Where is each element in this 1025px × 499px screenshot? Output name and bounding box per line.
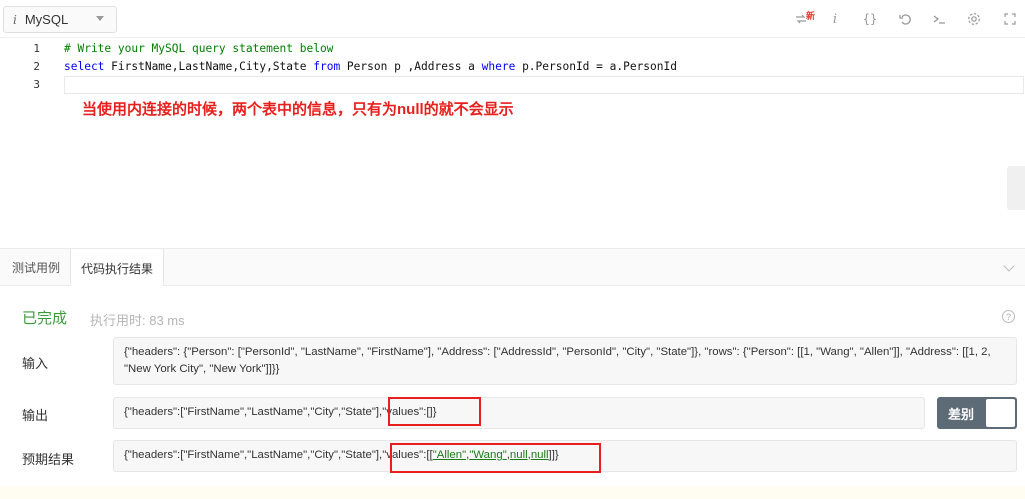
chevron-down-icon[interactable] — [1003, 260, 1015, 272]
expected-prefix: {"headers":["FirstName","LastName","City… — [124, 449, 433, 461]
expected-value: {"headers":["FirstName","LastName","City… — [113, 440, 1017, 472]
side-panel-handle[interactable] — [1007, 166, 1025, 210]
status-text: 已完成 — [22, 310, 68, 327]
code-text: FirstName,LastName,City,State — [104, 60, 314, 73]
new-badge: 新 — [806, 10, 816, 21]
runtime-text: 执行用时: 83 ms — [90, 313, 185, 328]
reset-icon[interactable] — [897, 9, 913, 29]
info-icon[interactable]: i — [829, 9, 841, 29]
tab-testcase[interactable]: 测试用例 — [2, 249, 70, 286]
footer-strip — [0, 486, 1025, 499]
line-number: 2 — [33, 60, 40, 73]
input-value: {"headers": {"Person": ["PersonId", "Las… — [113, 337, 1017, 385]
language-select[interactable]: i MySQL — [3, 6, 117, 33]
expected-label: 预期结果 — [22, 452, 75, 467]
output-value: {"headers":["FirstName","LastName","City… — [113, 397, 925, 429]
keyword-where: where — [481, 60, 516, 73]
toggle-knob — [986, 399, 1015, 427]
editor-toolbar: i MySQL 新 i {} — [0, 0, 1025, 38]
output-label: 输出 — [22, 408, 49, 423]
result-tabs: 测试用例 代码执行结果 — [0, 248, 1025, 287]
code-text: p.PersonId = a.PersonId — [515, 60, 677, 73]
input-label: 输入 — [22, 356, 49, 371]
diff-token: "Allen" — [432, 449, 467, 461]
line-number: 1 — [33, 42, 40, 55]
braces-icon[interactable]: {} — [861, 9, 879, 29]
keyword-from: from — [313, 60, 341, 73]
result-panel: 已完成 执行用时: 83 ms ? 输入 {"headers": {"Perso… — [0, 286, 1025, 499]
language-select-value: MySQL — [24, 12, 69, 27]
code-editor[interactable]: 1 2 3 # Write your MySQL query statement… — [0, 38, 1025, 248]
keyword-select: select — [64, 60, 105, 73]
language-info-icon: i — [13, 12, 17, 27]
diff-token: null — [509, 449, 528, 461]
tab-run-result[interactable]: 代码执行结果 — [70, 249, 165, 287]
code-line-1[interactable]: # Write your MySQL query statement below — [64, 42, 333, 55]
help-icon[interactable]: ? — [1002, 310, 1015, 323]
fullscreen-icon[interactable] — [1002, 9, 1018, 29]
expected-suffix: ]]} — [548, 449, 559, 461]
diff-toggle[interactable]: 差别 — [937, 397, 1017, 429]
diff-label: 差别 — [947, 406, 974, 422]
code-text: Person p ,Address a — [340, 60, 482, 73]
annotation-text: 当使用内连接的时候，两个表中的信息，只有为null的就不会显示 — [82, 101, 514, 118]
active-line-highlight — [64, 76, 1024, 94]
diff-token: "Wang" — [469, 449, 507, 461]
code-line-2[interactable]: select FirstName,LastName,City,State fro… — [64, 60, 677, 73]
line-number: 3 — [33, 78, 40, 91]
code-comment: # Write your MySQL query statement below — [64, 42, 334, 55]
chevron-down-icon — [96, 16, 104, 21]
settings-icon[interactable] — [966, 9, 982, 29]
diff-token: null — [530, 449, 549, 461]
console-icon[interactable] — [931, 9, 947, 29]
